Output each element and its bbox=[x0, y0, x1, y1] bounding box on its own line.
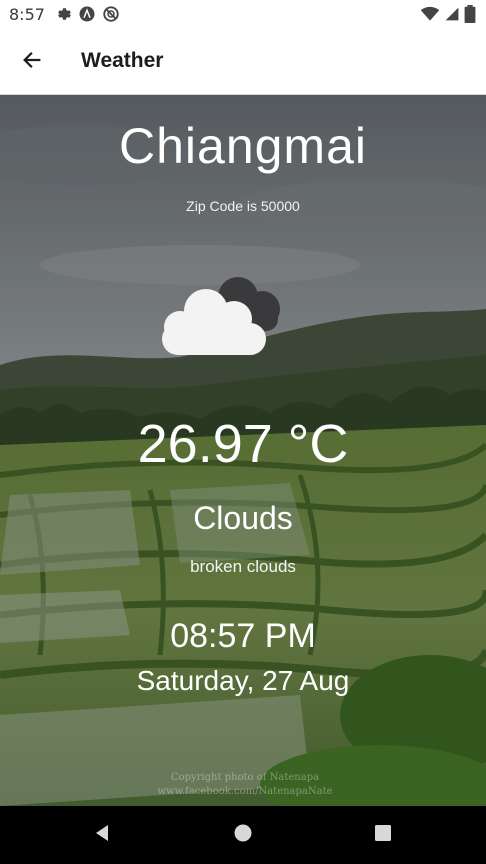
city-name: Chiangmai bbox=[118, 118, 367, 174]
settings-icon bbox=[54, 5, 72, 27]
current-time: 08:57 PM bbox=[170, 617, 316, 655]
zip-code-label: Zip Code is 50000 bbox=[186, 198, 300, 214]
cell-signal-icon bbox=[444, 5, 460, 27]
status-time: 8:57 bbox=[9, 5, 45, 24]
broken-clouds-icon bbox=[158, 275, 288, 361]
back-button[interactable] bbox=[12, 42, 52, 82]
system-nav-bar bbox=[0, 806, 486, 864]
nav-back-icon bbox=[92, 823, 112, 847]
arrow-back-icon bbox=[21, 49, 43, 75]
nav-home-icon bbox=[233, 823, 253, 847]
weather-description: broken clouds bbox=[190, 557, 296, 576]
nav-back-button[interactable] bbox=[90, 823, 114, 847]
watermark-line-2: www.facebook.com/NatenapaNate bbox=[157, 786, 333, 797]
current-date: Saturday, 27 Aug bbox=[136, 665, 350, 696]
app-bar: Weather bbox=[0, 30, 486, 95]
temperature: 26.97 °C bbox=[137, 414, 349, 474]
page-title: Weather bbox=[81, 49, 164, 72]
weather-condition: Clouds bbox=[193, 500, 293, 536]
battery-icon bbox=[464, 5, 476, 27]
nav-home-button[interactable] bbox=[231, 823, 255, 847]
status-icons-left bbox=[54, 5, 120, 27]
status-icons-right bbox=[420, 5, 476, 27]
nav-recents-button[interactable] bbox=[371, 823, 395, 847]
watermark-line-1: Copyright photo of Natenapa bbox=[170, 772, 320, 783]
status-bar: 8:57 bbox=[0, 0, 486, 30]
a-badge-icon bbox=[78, 5, 96, 27]
do-not-disturb-icon bbox=[102, 5, 120, 27]
wifi-icon bbox=[420, 5, 440, 27]
photo-watermark: Copyright photo of Natenapa www.facebook… bbox=[150, 771, 340, 799]
nav-recents-icon bbox=[373, 823, 393, 847]
weather-panel: Chiangmai Zip Code is 50000 26.97 °C Clo… bbox=[0, 95, 486, 806]
